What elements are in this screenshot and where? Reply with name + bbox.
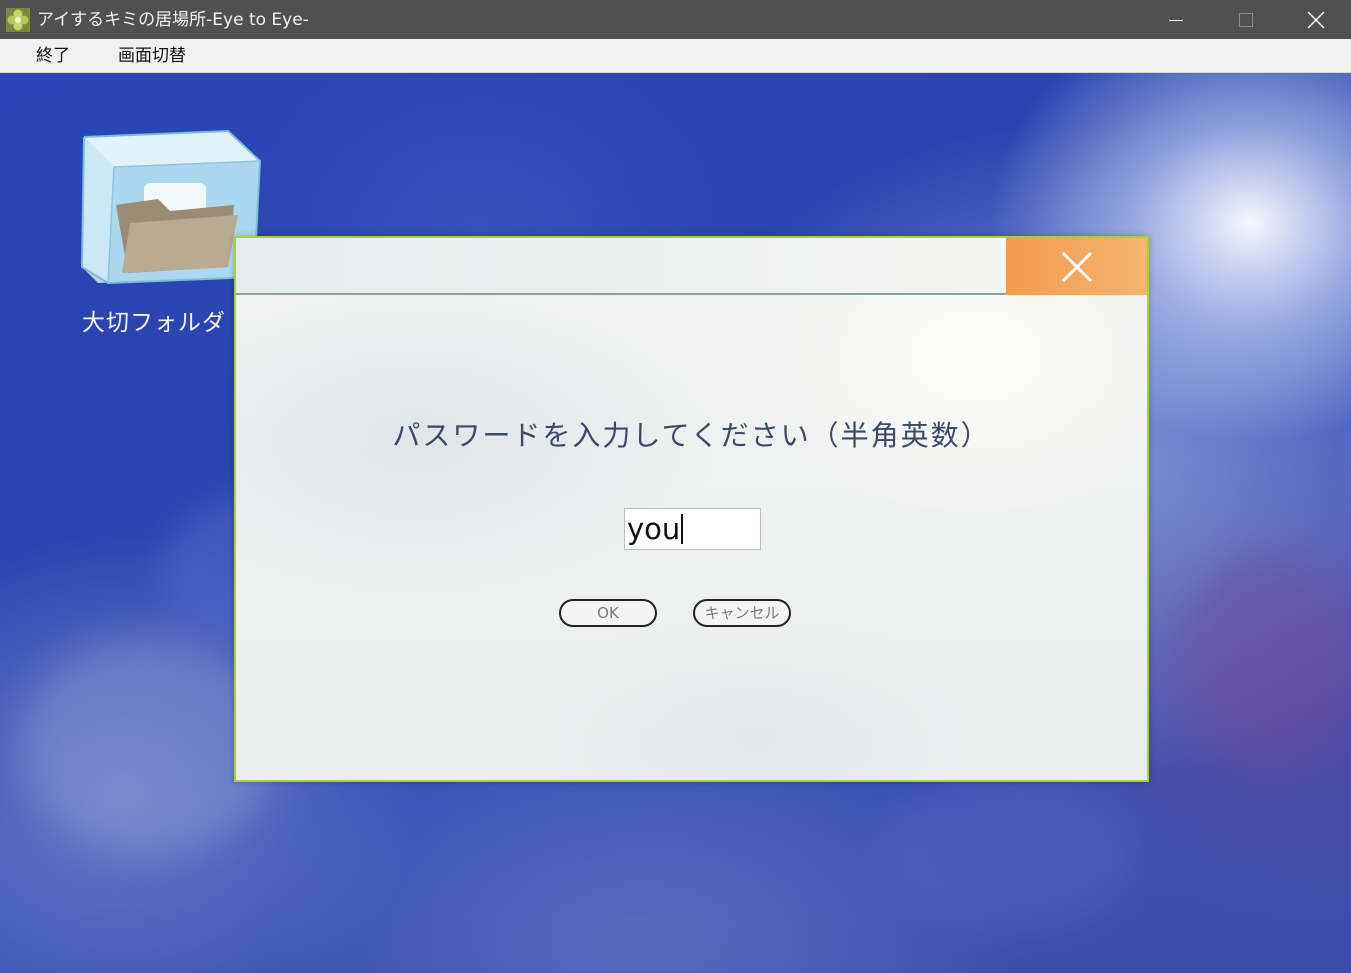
close-icon	[1307, 11, 1325, 28]
window-titlebar: アイするキミの居場所-Eye to Eye-	[0, 0, 1351, 39]
close-icon	[1061, 251, 1092, 282]
password-prompt: パスワードを入力してください（半角英数）	[392, 419, 991, 452]
ok-button[interactable]: OK	[559, 599, 657, 627]
watercolor-blot	[1180, 553, 1351, 773]
minimize-button[interactable]	[1141, 0, 1211, 39]
menu-bar: 終了 画面切替	[0, 39, 1351, 73]
window-close-button[interactable]	[1281, 0, 1351, 39]
cancel-button[interactable]: キャンセル	[693, 599, 791, 627]
password-input[interactable]: you	[624, 508, 761, 550]
window-title: アイするキミの居場所-Eye to Eye-	[37, 10, 309, 30]
minimize-icon	[1169, 19, 1183, 21]
password-input-value: you	[627, 512, 681, 546]
maximize-button[interactable]	[1211, 0, 1281, 39]
dialog-close-button[interactable]	[1006, 238, 1147, 295]
menu-item-switch-screen[interactable]: 画面切替	[118, 44, 186, 68]
text-caret	[681, 514, 684, 544]
maximize-icon	[1239, 12, 1253, 27]
app-icon	[6, 8, 30, 32]
watercolor-blot	[880, 773, 1140, 933]
folder-label: 大切フォルダ	[82, 310, 226, 336]
menu-item-exit[interactable]: 終了	[36, 44, 70, 68]
password-dialog: パスワードを入力してください（半角英数） you OK キャンセル	[234, 236, 1149, 782]
